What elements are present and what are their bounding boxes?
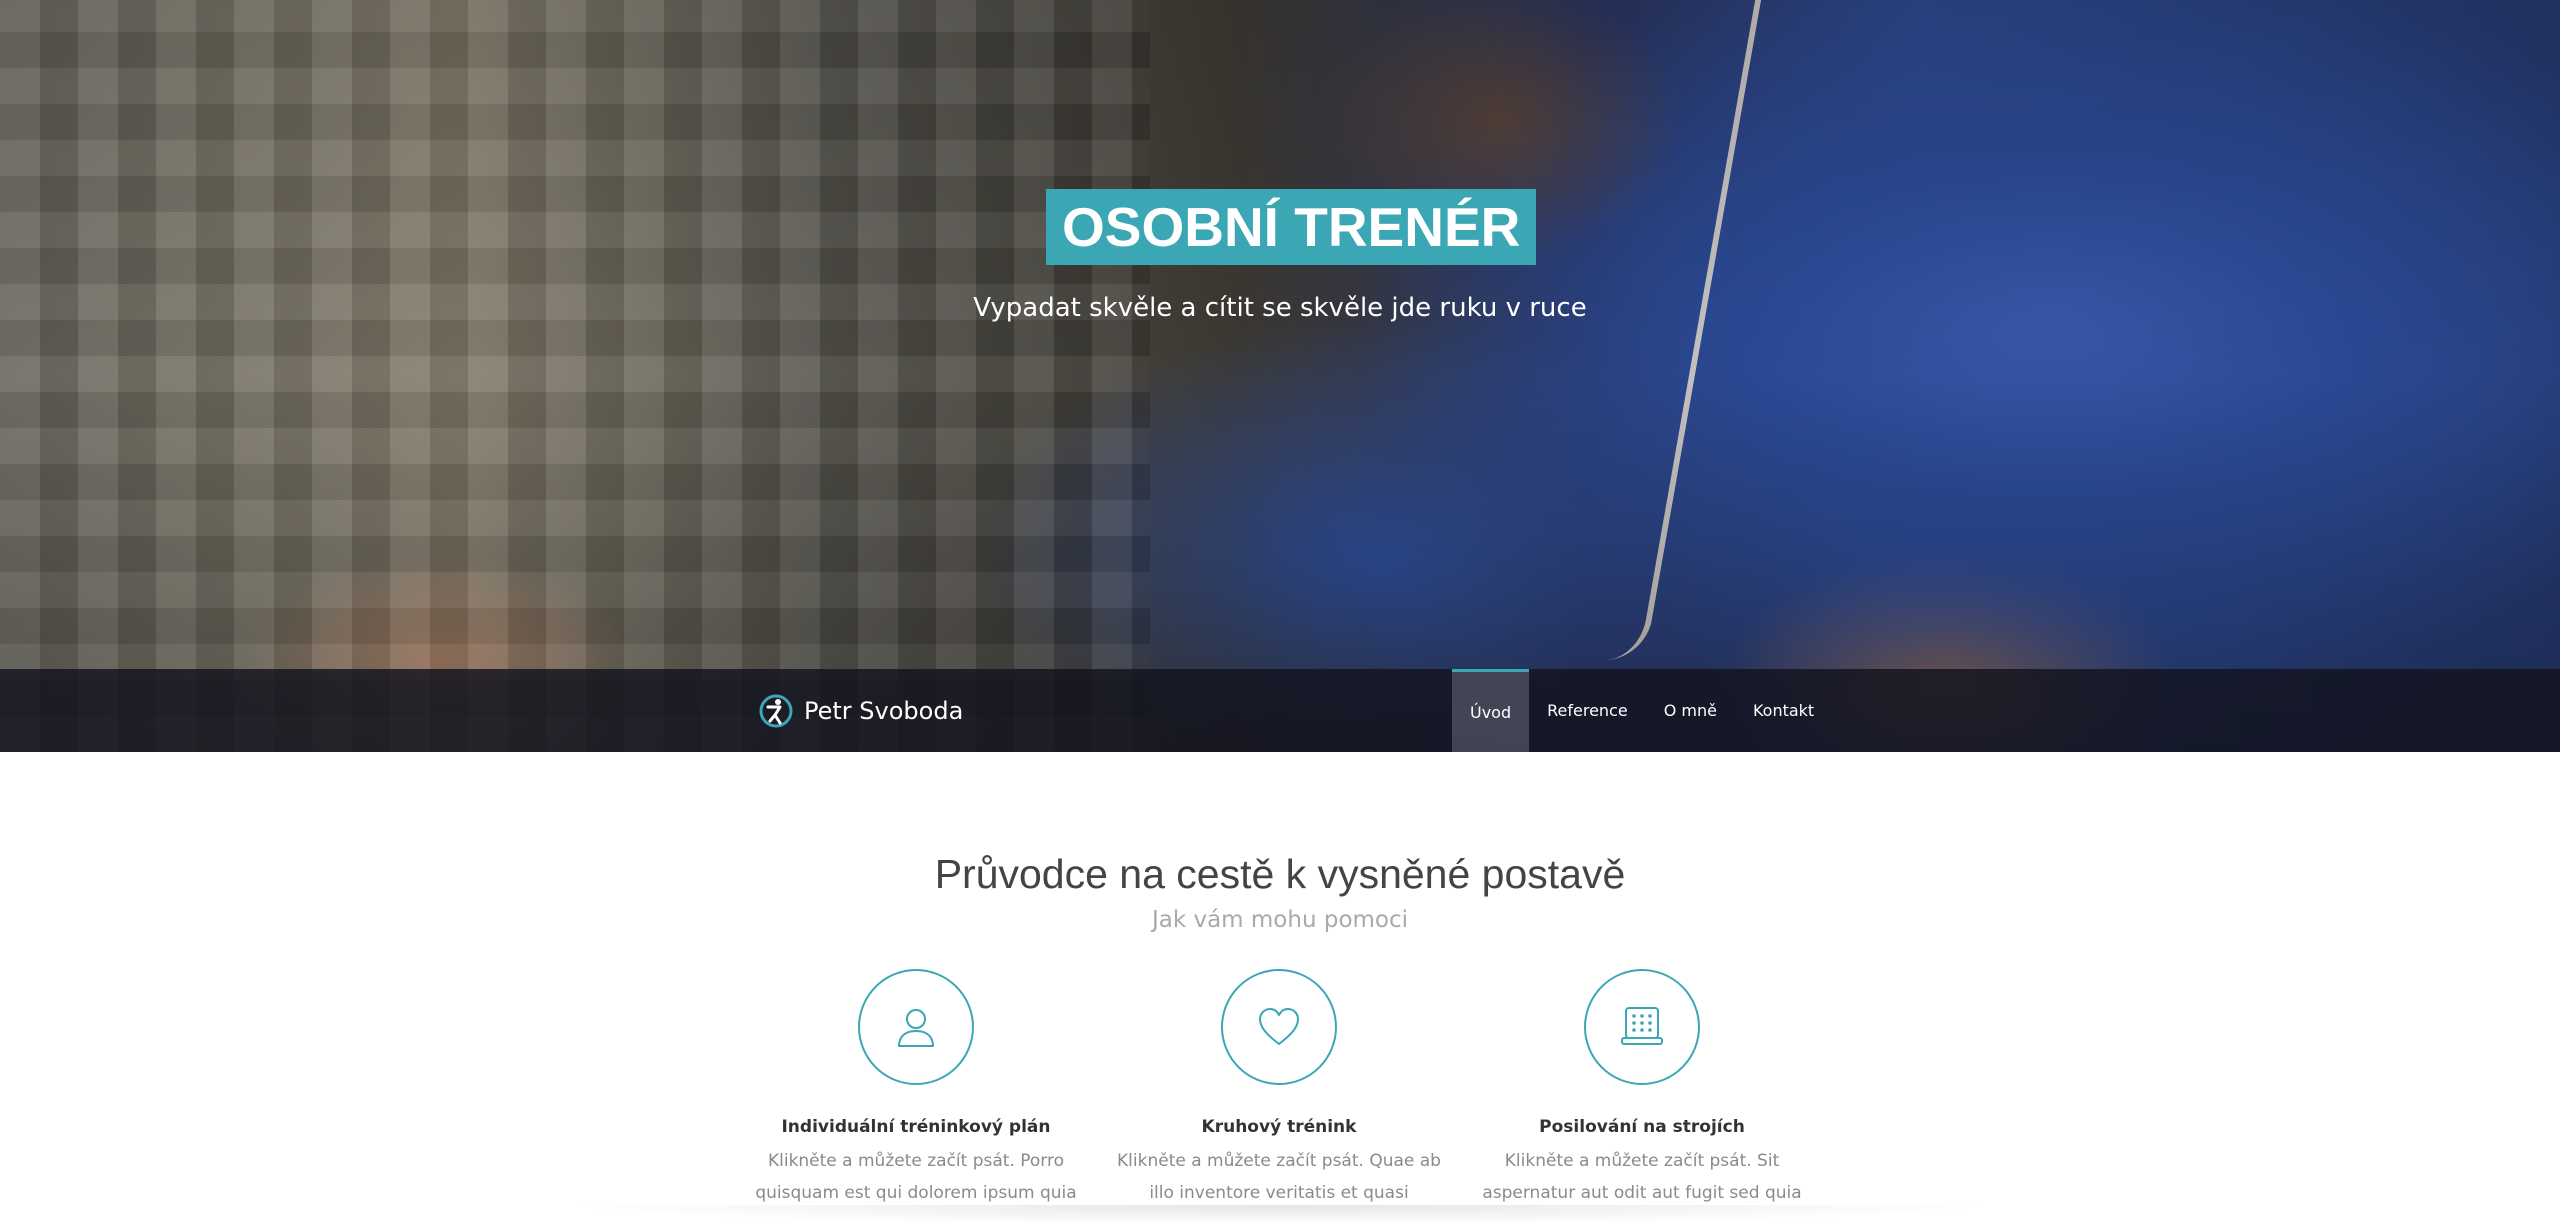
section-title: Průvodce na cestě k vysněné postavě <box>934 851 1626 897</box>
user-icon <box>898 1009 934 1047</box>
brand-name: Petr Svoboda <box>804 697 964 725</box>
feature-card: Individuální tréninkový plán Klikněte a … <box>746 969 1086 1209</box>
nav-item-reference[interactable]: Reference <box>1529 669 1646 752</box>
section-subtitle: Jak vám mohu pomoci <box>1151 907 1409 933</box>
nav-item-o-mne[interactable]: O mně <box>1646 669 1735 752</box>
heart-icon <box>1259 1008 1299 1045</box>
hero-banner: OSOBNÍ TRENÉR Vypadat skvěle a cítit se … <box>0 0 2560 752</box>
hero-title: OSOBNÍ TRENÉR <box>1046 189 1537 265</box>
feature-text: Klikněte a můžete začít psát. Sit aspern… <box>1482 1151 1802 1203</box>
nav-item-kontakt[interactable]: Kontakt <box>1735 669 1832 752</box>
feature-icon-circle <box>858 969 974 1085</box>
hero-shade <box>0 0 2560 752</box>
feature-card: Posilování na strojích Klikněte a můžete… <box>1472 969 1812 1209</box>
feature-title: Posilování na strojích <box>1539 1117 1745 1137</box>
feature-text: Klikněte a můžete začít psát. Porro quis… <box>755 1151 1077 1203</box>
brand-link[interactable]: Petr Svoboda <box>758 691 963 731</box>
hero-subtitle: Vypadat skvěle a cítit se skvěle jde ruk… <box>973 293 1587 323</box>
nav-item-uvod[interactable]: Úvod <box>1452 669 1530 752</box>
feature-title: Kruhový trénink <box>1201 1117 1357 1137</box>
main-nav: Úvod Reference O mně Kontakt <box>1452 669 1832 752</box>
feature-icon-circle <box>1221 969 1337 1085</box>
feature-icon-circle <box>1584 969 1700 1085</box>
feature-text: Klikněte a můžete začít psát. Quae ab il… <box>1117 1151 1441 1203</box>
navbar: Petr Svoboda Úvod Reference O mně Kontak… <box>0 669 2560 752</box>
feature-card: Kruhový trénink Klikněte a můžete začít … <box>1109 969 1449 1209</box>
runner-logo-icon <box>759 694 793 728</box>
feature-title: Individuální tréninkový plán <box>781 1117 1051 1137</box>
bottom-shadow <box>560 1205 2000 1225</box>
machine-icon <box>1621 1007 1663 1045</box>
